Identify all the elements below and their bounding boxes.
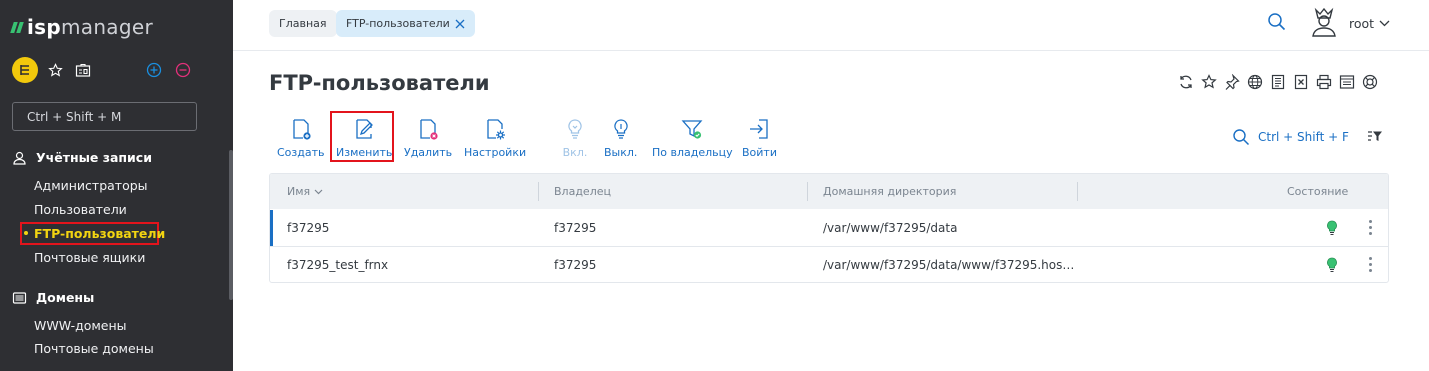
sidebar-item-administrators[interactable]: Администраторы	[34, 178, 148, 193]
bulb-off-icon	[608, 116, 634, 142]
sidebar-group-accounts[interactable]: Учётные записи	[12, 150, 152, 165]
disable-button[interactable]: Выкл.	[604, 116, 637, 159]
ftp-users-table: Имя Владелец Домашняя директория Состоян…	[269, 173, 1389, 283]
row-menu-icon[interactable]	[1364, 220, 1376, 235]
table-row[interactable]: f37295_test_frnx f37295 /var/www/f37295/…	[270, 247, 1388, 282]
user-menu[interactable]: root	[1349, 16, 1390, 31]
column-resizer[interactable]	[807, 182, 808, 201]
breadcrumb-label: FTP-пользователи	[346, 17, 450, 30]
cell-home-directory: /var/www/f37295/data/www/f37295.hos…	[823, 258, 1075, 272]
excel-export-icon[interactable]	[1292, 73, 1309, 90]
create-icon	[288, 116, 314, 142]
create-button[interactable]: Создать	[277, 116, 325, 159]
chevron-down-icon	[1379, 20, 1390, 27]
delete-button[interactable]: Удалить	[404, 116, 452, 159]
enable-button[interactable]: Вкл.	[562, 116, 588, 159]
by-owner-label: По владельцу	[652, 146, 733, 159]
sidebar-group-domains[interactable]: Домены	[12, 290, 94, 305]
remove-circle-icon[interactable]	[174, 61, 192, 79]
sidebar-item-users[interactable]: Пользователи	[34, 202, 127, 217]
isp-manager-logo[interactable]: isp manager	[10, 14, 153, 40]
sidebar-group-label: Учётные записи	[36, 150, 152, 165]
search-icon[interactable]	[1267, 12, 1289, 34]
edit-label: Изменить	[336, 146, 393, 159]
user-name-label: root	[1349, 16, 1375, 31]
settings-label: Настройки	[464, 146, 527, 159]
page-title: FTP-пользователи	[269, 71, 490, 95]
filter-owner-icon	[679, 116, 705, 142]
table-header: Имя Владелец Домашняя директория Состоян…	[270, 174, 1388, 209]
row-menu-icon[interactable]	[1364, 257, 1376, 272]
dashboard-icon[interactable]	[74, 61, 92, 79]
text-document-icon[interactable]	[1269, 73, 1286, 90]
pin-icon[interactable]	[1223, 73, 1240, 90]
breadcrumb-home[interactable]: Главная	[269, 10, 337, 37]
search-icon	[1233, 129, 1250, 146]
column-resizer[interactable]	[538, 182, 539, 201]
settings-icon	[482, 116, 508, 142]
sort-chevron-icon	[314, 189, 323, 194]
menu-tree-icon[interactable]	[12, 57, 38, 83]
help-lifebuoy-icon[interactable]	[1361, 73, 1378, 90]
breadcrumb-ftp-users[interactable]: FTP-пользователи	[336, 10, 475, 37]
globe-icon[interactable]	[1246, 73, 1263, 90]
filter-icon[interactable]	[1367, 130, 1383, 147]
user-avatar-icon[interactable]	[1308, 6, 1340, 38]
favorites-star-icon[interactable]	[46, 61, 64, 79]
sidebar-item-ftp-users[interactable]: FTP-пользователи	[34, 226, 165, 241]
page-tools	[1177, 73, 1378, 90]
sidebar-item-mailboxes[interactable]: Почтовые ящики	[34, 250, 145, 265]
status-on-icon	[1326, 220, 1338, 239]
quick-search-shortcut: Ctrl + Shift + F	[1258, 130, 1349, 144]
user-icon	[13, 151, 26, 165]
server-icon	[12, 291, 27, 304]
sidebar-group-label: Домены	[36, 290, 95, 305]
login-icon	[746, 116, 772, 142]
top-bar: Главная FTP-пользователи root	[233, 0, 1429, 51]
column-header-state[interactable]: Состояние	[1287, 185, 1348, 198]
cell-owner: f37295	[554, 258, 597, 272]
close-tab-icon[interactable]	[455, 19, 465, 29]
create-label: Создать	[277, 146, 325, 159]
refresh-icon[interactable]	[1177, 73, 1194, 90]
delete-icon	[415, 116, 441, 142]
command-search-input[interactable]	[12, 102, 197, 131]
columns-settings-icon[interactable]	[1338, 73, 1355, 90]
column-resizer[interactable]	[1077, 182, 1078, 201]
sidebar-item-mail-domains[interactable]: Почтовые домены	[34, 341, 154, 356]
logo-text-bold: isp	[27, 15, 61, 39]
login-label: Войти	[742, 146, 777, 159]
cell-name: f37295	[287, 221, 330, 235]
settings-button[interactable]: Настройки	[464, 116, 526, 159]
quick-search[interactable]: Ctrl + Shift + F	[1232, 128, 1349, 146]
edit-icon	[351, 116, 377, 142]
column-header-label: Имя	[287, 185, 311, 198]
column-header-owner[interactable]: Владелец	[554, 185, 611, 198]
logo-mark-icon	[10, 21, 24, 33]
breadcrumb-label: Главная	[279, 17, 327, 30]
active-dot-icon	[24, 231, 28, 235]
column-header-home[interactable]: Домашняя директория	[823, 185, 956, 198]
sidebar-item-www-domains[interactable]: WWW-домены	[34, 318, 127, 333]
sidebar-scrollbar[interactable]	[229, 150, 233, 300]
add-circle-icon[interactable]	[145, 61, 163, 79]
by-owner-button[interactable]: По владельцу	[652, 116, 733, 159]
disable-label: Выкл.	[604, 146, 638, 159]
print-icon[interactable]	[1315, 73, 1332, 90]
enable-label: Вкл.	[562, 146, 588, 159]
table-row[interactable]: f37295 f37295 /var/www/f37295/data	[270, 210, 1388, 247]
bulb-on-icon	[562, 116, 588, 142]
cell-owner: f37295	[554, 221, 597, 235]
login-button[interactable]: Войти	[742, 116, 777, 159]
sidebar: isp manager Учётные записи Администратор…	[0, 0, 233, 371]
sidebar-tools	[12, 57, 202, 83]
column-header-name[interactable]: Имя	[287, 185, 323, 198]
status-on-icon	[1326, 257, 1338, 276]
logo-text-light: manager	[60, 15, 153, 39]
cell-home-directory: /var/www/f37295/data	[823, 221, 958, 235]
cell-name: f37295_test_frnx	[287, 258, 389, 272]
delete-label: Удалить	[404, 146, 453, 159]
edit-button[interactable]: Изменить	[336, 116, 392, 159]
star-icon[interactable]	[1200, 73, 1217, 90]
